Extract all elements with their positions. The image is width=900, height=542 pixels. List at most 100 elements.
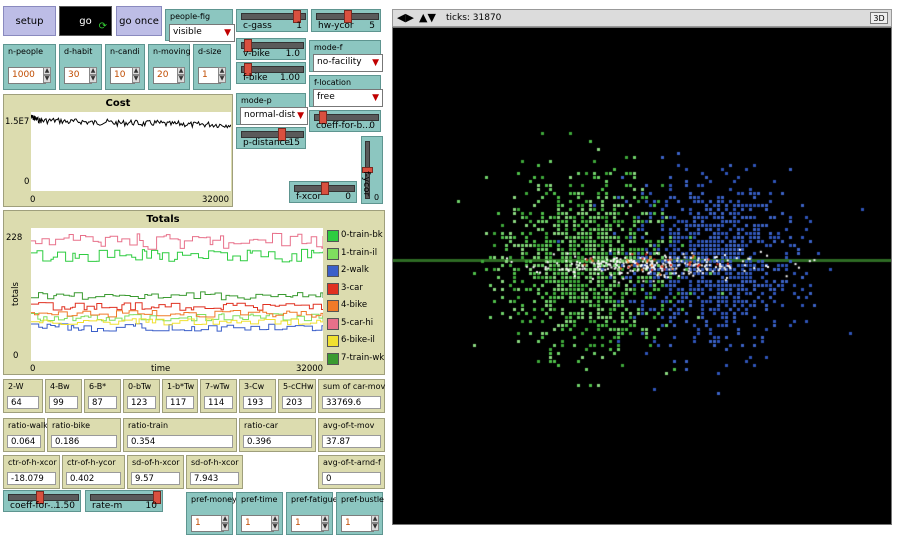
monitor-value: 33769.6 <box>322 396 381 409</box>
spinner-up-icon[interactable]: ▲ <box>132 67 140 75</box>
coeff-for-b-slider[interactable]: coeff-for-b... 0 <box>309 110 381 132</box>
dropdown-arrow-icon: ▼ <box>372 93 379 103</box>
setup-button[interactable]: setup <box>3 6 56 36</box>
input-pref-money[interactable]: pref-money 1 ▲ ▼ <box>186 492 237 535</box>
monitor-6-B*: 6-B* 87 <box>84 379 121 413</box>
input-pref-time[interactable]: pref-time 1 ▲ ▼ <box>236 492 283 535</box>
p-distance-slider[interactable]: p-distance 15 <box>236 127 306 149</box>
input-pref-fatigue[interactable]: pref-fatigue 1 ▲ ▼ <box>286 492 338 535</box>
input-label: pref-money <box>191 495 237 504</box>
spinner-up-icon[interactable]: ▲ <box>271 515 279 523</box>
monitor-label: ratio-walk <box>8 421 48 430</box>
slider-thumb[interactable] <box>320 182 329 195</box>
monitor-value: 99 <box>49 396 78 409</box>
monitor-value: 0 <box>322 472 381 485</box>
legend-swatch <box>327 282 339 295</box>
monitor-value: -18.079 <box>7 472 56 485</box>
x-axis-label: time <box>151 364 171 374</box>
mode-p-chooser[interactable]: mode-p normal-dist ▼ <box>236 93 308 125</box>
plot-title: Cost <box>105 98 131 109</box>
go-once-button[interactable]: go once <box>116 6 162 36</box>
f-bike-slider[interactable]: f-bike 1.00 <box>236 62 306 84</box>
monitor-2-W: 2-W 64 <box>3 379 43 413</box>
rate-m-slider[interactable]: rate-m 10 <box>85 490 163 512</box>
spinner-down-icon[interactable]: ▼ <box>177 75 185 83</box>
input-value-field[interactable]: 1 <box>191 515 224 532</box>
monitor-avg-of-t-mov: avg-of-t-mov 37.87 <box>318 418 385 452</box>
input-pref-bustle[interactable]: pref-bustle 1 ▲ ▼ <box>336 492 384 535</box>
world-view[interactable] <box>392 27 892 525</box>
hw-ycor-slider[interactable]: hw-ycor 5 <box>311 9 381 32</box>
monitor-7-wTw: 7-wTw 114 <box>200 379 237 413</box>
people-fig-select[interactable]: visible ▼ <box>169 24 235 42</box>
input-label: pref-time <box>241 495 278 504</box>
input-label: d-habit <box>64 47 93 56</box>
legend-swatch <box>327 317 339 330</box>
spinner-up-icon[interactable]: ▲ <box>371 515 379 523</box>
coeff-for-slider[interactable]: coeff-for-... 1.50 <box>3 490 81 512</box>
legend-item: 1-train-il <box>327 247 385 265</box>
monitor-ratio-walk: ratio-walk 0.064 <box>3 418 48 452</box>
input-n-candi[interactable]: n-candi 10 ▲ ▼ <box>105 44 145 90</box>
spinner-down-icon[interactable]: ▼ <box>221 523 229 531</box>
shrink-arrows-icon[interactable]: ◀▶ <box>397 11 414 24</box>
legend-label: 6-bike-il <box>341 335 375 345</box>
f-location-select[interactable]: free ▼ <box>313 89 383 107</box>
input-value-field[interactable]: 1 <box>341 515 374 532</box>
spinner-up-icon[interactable]: ▲ <box>321 515 329 523</box>
grow-arrows-icon[interactable]: ▲▼ <box>419 11 436 24</box>
go-button[interactable]: go ⟳ <box>59 6 112 36</box>
legend-swatch <box>327 230 339 242</box>
monitor-value: 7.943 <box>190 472 239 485</box>
spinner-up-icon[interactable]: ▲ <box>221 515 229 523</box>
monitor-value: 0.402 <box>66 472 121 485</box>
spinner-down-icon[interactable]: ▼ <box>218 75 226 83</box>
f-ycor-slider[interactable]: f-ycor 0 <box>361 136 383 204</box>
input-n-people[interactable]: n-people 1000 ▲ ▼ <box>3 44 56 90</box>
forever-icon: ⟳ <box>98 21 107 32</box>
monitor-value: 9.57 <box>131 472 180 485</box>
input-n-moving[interactable]: n-moving 20 ▲ ▼ <box>148 44 191 90</box>
spinner-down-icon[interactable]: ▼ <box>321 523 329 531</box>
mode-p-select[interactable]: normal-dist ▼ <box>240 107 308 125</box>
slider-track[interactable] <box>90 494 161 501</box>
slider-track[interactable] <box>241 131 304 138</box>
spinner-down-icon[interactable]: ▼ <box>371 523 379 531</box>
legend-label: 4-bike <box>341 300 368 310</box>
v-bike-slider[interactable]: v-bike 1.0 <box>236 38 306 60</box>
y-max-label: 228 <box>6 233 23 243</box>
input-value-field[interactable]: 1000 <box>8 67 46 84</box>
monitor-ctr-of-h-xcor: ctr-of-h-xcor -18.079 <box>3 455 60 489</box>
legend-item: 0-train-bk <box>327 229 385 247</box>
input-value-field[interactable]: 1 <box>291 515 324 532</box>
input-d-habit[interactable]: d-habit 30 ▲ ▼ <box>59 44 102 90</box>
monitor-1-b*Tw: 1-b*Tw 117 <box>162 379 198 413</box>
spinner-up-icon[interactable]: ▲ <box>218 67 226 75</box>
world-canvas[interactable] <box>393 28 891 524</box>
spinner-up-icon[interactable]: ▲ <box>43 67 51 75</box>
people-fig-chooser[interactable]: people-fig visible ▼ <box>165 9 235 42</box>
spinner-up-icon[interactable]: ▲ <box>89 67 97 75</box>
mode-f-select[interactable]: no-facility ▼ <box>313 54 383 72</box>
spinner-down-icon[interactable]: ▼ <box>43 75 51 83</box>
input-value-field[interactable]: 20 <box>153 67 180 84</box>
f-location-chooser[interactable]: f-location free ▼ <box>309 75 383 107</box>
monitor-label: sd-of-h-xcor <box>191 458 239 467</box>
spinner-up-icon[interactable]: ▲ <box>177 67 185 75</box>
monitor-sum of car-mov: sum of car-mov 33769.6 <box>318 379 385 413</box>
f-xcor-slider[interactable]: f-xcor 0 <box>289 181 357 203</box>
input-d-size[interactable]: d-size 1 ▲ ▼ <box>193 44 231 90</box>
mode-f-chooser[interactable]: mode-f no-facility ▼ <box>309 40 383 72</box>
spinner-down-icon[interactable]: ▼ <box>89 75 97 83</box>
spinner-down-icon[interactable]: ▼ <box>132 75 140 83</box>
spinner-down-icon[interactable]: ▼ <box>271 523 279 531</box>
c-gass-slider[interactable]: c-gass 1 <box>236 9 308 32</box>
input-value-field[interactable]: 1 <box>241 515 274 532</box>
monitor-label: ratio-train <box>128 421 169 430</box>
ticks-counter: ticks: 31870 <box>446 13 502 23</box>
monitor-label: ctr-of-h-ycor <box>67 458 116 467</box>
input-value-field[interactable]: 30 <box>64 67 92 84</box>
monitor-value: 0.354 <box>127 435 233 448</box>
monitor-label: 7-wTw <box>205 382 230 391</box>
3d-view-button[interactable]: 3D <box>870 12 888 24</box>
